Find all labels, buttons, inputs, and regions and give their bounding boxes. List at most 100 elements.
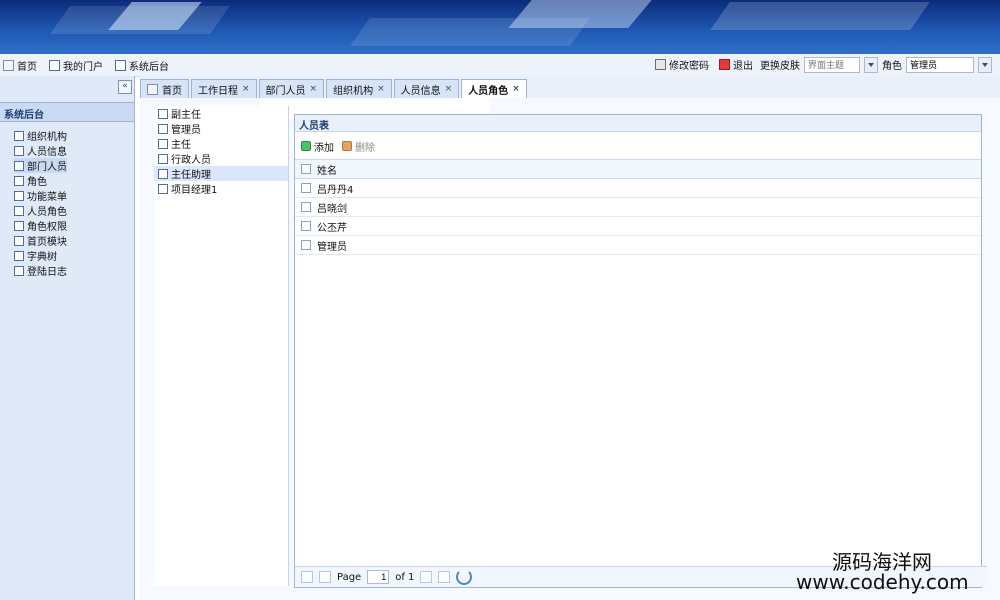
change-password-button[interactable]: 修改密码 xyxy=(652,56,712,73)
tree-item[interactable]: 项目经理1 xyxy=(154,181,288,196)
menu-icon xyxy=(14,235,24,246)
select-all-checkbox[interactable] xyxy=(301,164,311,174)
role-input[interactable] xyxy=(906,56,974,73)
role-label: 角色 xyxy=(882,61,902,72)
top-actions: 修改密码 退出 更换皮肤 角色 xyxy=(652,56,992,73)
nav-item-label: 人员角色 xyxy=(27,207,67,218)
change-password-label: 修改密码 xyxy=(669,61,709,72)
home-label: 首页 xyxy=(17,62,37,73)
portal-label: 我的门户 xyxy=(63,62,103,73)
lock-icon xyxy=(655,59,666,70)
close-icon[interactable]: × xyxy=(310,84,318,94)
tab-label: 工作日程 xyxy=(198,85,238,97)
role-tree: 副主任 管理员 主任 行政人员 主任助理 项目经理1 xyxy=(154,106,289,586)
row-checkbox[interactable] xyxy=(301,202,311,212)
page-input[interactable] xyxy=(367,570,390,584)
admin-icon xyxy=(115,60,126,71)
table-row[interactable]: 公丕芹 xyxy=(295,217,981,236)
table-row[interactable]: 管理员 xyxy=(295,236,981,255)
table-header: 姓名 xyxy=(295,159,981,179)
name-column-header[interactable]: 姓名 xyxy=(317,162,981,177)
close-icon[interactable]: × xyxy=(242,84,250,94)
tree-item[interactable]: 副主任 xyxy=(154,106,288,121)
menu-icon xyxy=(14,160,24,171)
skin-dropdown-button[interactable] xyxy=(864,56,878,73)
prev-page-icon[interactable] xyxy=(319,571,331,583)
delete-button[interactable]: 删除 xyxy=(342,139,375,154)
nav-item[interactable]: 部门人员 xyxy=(14,158,67,173)
name-cell: 公丕芹 xyxy=(317,222,347,234)
logout-icon xyxy=(719,59,730,70)
role-icon xyxy=(158,108,168,119)
header-banner xyxy=(0,0,1000,54)
nav-item[interactable]: 功能菜单 xyxy=(14,188,67,203)
nav-item[interactable]: 角色 xyxy=(14,173,67,188)
nav-item[interactable]: 人员信息 xyxy=(14,143,67,158)
skin-label: 更换皮肤 xyxy=(760,61,800,72)
logout-button[interactable]: 退出 xyxy=(716,56,756,73)
menu-icon xyxy=(14,250,24,261)
portal-icon xyxy=(49,60,60,71)
close-icon[interactable]: × xyxy=(512,84,520,94)
table-row[interactable]: 吕晓剑 xyxy=(295,198,981,217)
tree-item[interactable]: 行政人员 xyxy=(154,151,288,166)
nav-item-label: 组织机构 xyxy=(27,132,67,143)
skin-input[interactable] xyxy=(804,56,860,73)
tree-item-label: 主任 xyxy=(171,140,191,151)
tab-department-staff[interactable]: 部门人员 × xyxy=(258,79,325,98)
tree-item[interactable]: 主任 xyxy=(154,136,288,151)
last-page-icon[interactable] xyxy=(438,571,451,583)
row-checkbox[interactable] xyxy=(301,183,311,193)
menu-icon xyxy=(14,205,24,216)
personnel-table: 姓名 吕丹丹4 吕晓剑 公丕芹 管理员 xyxy=(295,159,981,255)
home-link[interactable]: 首页 xyxy=(0,57,40,74)
nav-item-label: 人员信息 xyxy=(27,147,67,158)
tab-schedule[interactable]: 工作日程 × xyxy=(191,79,257,98)
name-cell: 管理员 xyxy=(317,241,347,253)
role-icon xyxy=(158,138,168,149)
tab-label: 组织机构 xyxy=(333,85,374,97)
nav-item[interactable]: 字典树 xyxy=(14,248,67,263)
first-page-icon[interactable] xyxy=(301,571,313,583)
nav-item[interactable]: 组织机构 xyxy=(14,128,67,143)
close-icon[interactable]: × xyxy=(377,84,385,94)
tree-item-label: 管理员 xyxy=(171,125,201,136)
row-checkbox[interactable] xyxy=(301,240,311,250)
tree-item[interactable]: 管理员 xyxy=(154,121,288,136)
tab-home[interactable]: 首页 xyxy=(140,79,189,98)
tab-person-role[interactable]: 人员角色 × xyxy=(461,79,527,98)
tab-organization[interactable]: 组织机构 × xyxy=(326,79,392,98)
nav-item[interactable]: 首页模块 xyxy=(14,233,67,248)
collapse-button[interactable]: « xyxy=(118,80,132,94)
nav-item[interactable]: 登陆日志 xyxy=(14,263,67,278)
tab-label: 人员信息 xyxy=(400,85,441,97)
row-checkbox[interactable] xyxy=(301,221,311,231)
nav-item[interactable]: 角色权限 xyxy=(14,218,67,233)
tree-item-label: 副主任 xyxy=(171,110,201,121)
top-toolbar: 首页 我的门户 系统后台 修改密码 退出 更换皮肤 角色 xyxy=(0,54,1000,77)
table-row[interactable]: 吕丹丹4 xyxy=(295,179,981,198)
left-navigation: « 系统后台 组织机构 人员信息 部门人员 角色 功能菜单 人员角色 角色权限 … xyxy=(0,76,135,600)
close-icon[interactable]: × xyxy=(445,84,453,94)
nav-item-label: 角色权限 xyxy=(27,222,67,233)
role-icon xyxy=(158,183,168,194)
home-icon xyxy=(3,60,14,71)
portal-link[interactable]: 我的门户 xyxy=(46,57,106,74)
nav-item[interactable]: 人员角色 xyxy=(14,203,67,218)
banner-cube xyxy=(508,0,652,28)
nav-item-label: 首页模块 xyxy=(27,237,67,248)
next-page-icon[interactable] xyxy=(420,571,433,583)
panel-title-text: 人员表 xyxy=(299,121,329,132)
tab-person-info[interactable]: 人员信息 × xyxy=(393,79,460,98)
add-label: 添加 xyxy=(314,142,334,154)
add-button[interactable]: 添加 xyxy=(301,139,334,154)
logout-label: 退出 xyxy=(733,61,753,72)
role-dropdown-button[interactable] xyxy=(978,56,992,73)
admin-link[interactable]: 系统后台 xyxy=(112,57,172,74)
top-links: 首页 我的门户 系统后台 xyxy=(0,57,172,74)
refresh-icon[interactable] xyxy=(456,569,473,585)
tree-item[interactable]: 主任助理 xyxy=(154,166,288,181)
home-icon xyxy=(147,83,158,95)
banner-shape xyxy=(710,2,930,30)
role-icon xyxy=(158,168,168,179)
